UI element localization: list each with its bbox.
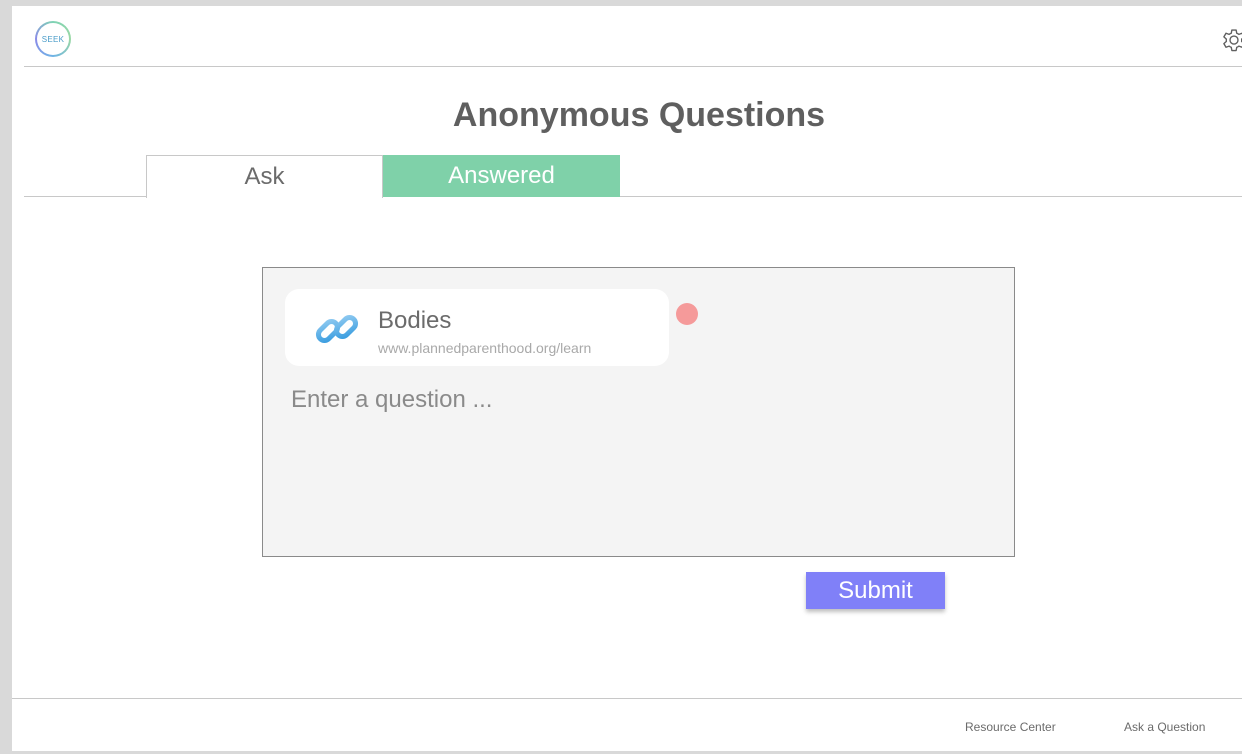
question-box[interactable]: Bodies www.plannedparenthood.org/learn E…: [262, 267, 1015, 557]
link-icon: [315, 314, 359, 344]
seek-logo[interactable]: SEEK: [35, 21, 71, 57]
tab-answered[interactable]: Answered: [383, 155, 620, 197]
app-frame: SEEK Anonymous Questions Ask Answered Bo…: [0, 0, 1242, 754]
logo-text: SEEK: [37, 23, 69, 55]
footer-link-ask-a-question[interactable]: Ask a Question: [1124, 720, 1205, 734]
remove-attachment-button[interactable]: [676, 303, 698, 325]
attached-link-card[interactable]: Bodies www.plannedparenthood.org/learn: [285, 289, 698, 366]
gear-icon[interactable]: [1219, 25, 1242, 55]
footer-nav: Resource Center Ask a Question: [12, 698, 1242, 754]
question-input[interactable]: Enter a question ...: [291, 386, 492, 414]
submit-button[interactable]: Submit: [806, 572, 945, 609]
page-title: Anonymous Questions: [452, 96, 826, 134]
link-title: Bodies: [378, 307, 452, 334]
tab-ask[interactable]: Ask: [146, 155, 383, 198]
link-url: www.plannedparenthood.org/learn: [378, 340, 592, 356]
top-bar: SEEK: [24, 12, 1242, 67]
footer-link-resource-center[interactable]: Resource Center: [965, 720, 1056, 734]
